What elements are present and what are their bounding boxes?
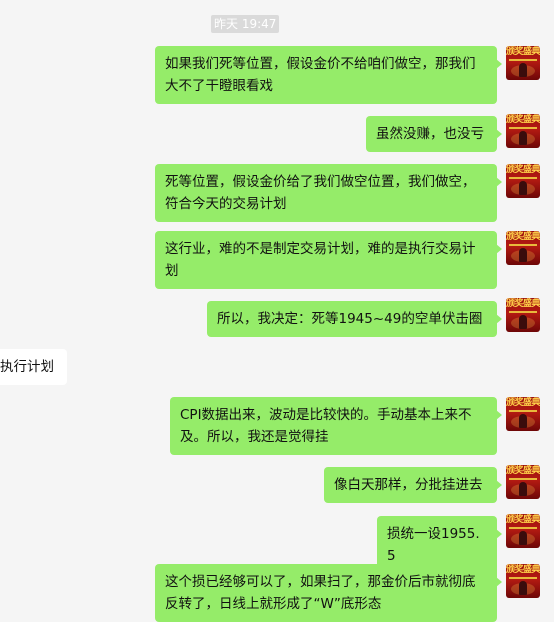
avatar-banner-text: 颁奖盛典 (506, 565, 540, 575)
avatar[interactable]: 颁奖盛典 (506, 114, 540, 148)
avatar-decoration (509, 127, 537, 129)
avatar-decoration (509, 59, 537, 61)
avatar-banner-text: 颁奖盛典 (506, 398, 540, 408)
avatar-figure (519, 414, 527, 428)
avatar[interactable]: 颁奖盛典 (506, 564, 540, 598)
avatar-figure (519, 581, 527, 595)
avatar-decoration (509, 410, 537, 412)
message-bubble[interactable]: 这个损已经够可以了，如果扫了，那金价后市就彻底反转了，日线上就形成了“W”底形态 (155, 564, 502, 622)
avatar-figure (519, 248, 527, 262)
avatar-banner-text: 颁奖盛典 (506, 115, 540, 125)
avatar[interactable]: 颁奖盛典 (506, 298, 540, 332)
message-bubble[interactable]: 所以，我决定：死等1945~49的空单伏击圈 (207, 301, 502, 337)
message-bubble[interactable]: 虽然没赚，也没亏 (366, 116, 502, 152)
avatar-banner-text: 颁奖盛典 (506, 466, 540, 476)
avatar[interactable]: 颁奖盛典 (506, 231, 540, 265)
message-bubble[interactable]: 死等位置，假设金价给了我们做空位置，我们做空，符合今天的交易计划 (155, 164, 502, 222)
avatar[interactable]: 颁奖盛典 (506, 164, 540, 198)
message-bubble[interactable]: CPI数据出来，波动是比较快的。手动基本上来不及。所以，我还是觉得挂 (170, 397, 502, 455)
avatar-decoration (509, 177, 537, 179)
avatar-banner-text: 颁奖盛典 (506, 515, 540, 525)
avatar-banner-text: 颁奖盛典 (506, 165, 540, 175)
avatar[interactable]: 颁奖盛典 (506, 465, 540, 499)
avatar-figure (519, 181, 527, 195)
avatar-decoration (509, 527, 537, 529)
avatar-banner-text: 颁奖盛典 (506, 232, 540, 242)
message-bubble[interactable]: 像白天那样，分批挂进去 (324, 467, 502, 503)
avatar-decoration (509, 577, 537, 579)
message-bubble[interactable]: 如果我们死等位置，假设金价不给咱们做空，那我们大不了干瞪眼看戏 (155, 46, 502, 104)
avatar-decoration (509, 244, 537, 246)
avatar-figure (519, 482, 527, 496)
message-bubble[interactable]: 这行业，难的不是制定交易计划，难的是执行交易计划 (155, 231, 502, 289)
message-bubble-incoming[interactable]: 执行计划 (0, 349, 67, 385)
avatar[interactable]: 颁奖盛典 (506, 514, 540, 548)
chat-timestamp: 昨天 19:47 (211, 15, 280, 33)
avatar-banner-text: 颁奖盛典 (506, 299, 540, 309)
avatar-figure (519, 315, 527, 329)
avatar[interactable]: 颁奖盛典 (506, 397, 540, 431)
avatar-decoration (509, 478, 537, 480)
avatar-banner-text: 颁奖盛典 (506, 47, 540, 57)
avatar-figure (519, 531, 527, 545)
avatar-decoration (509, 311, 537, 313)
avatar[interactable]: 颁奖盛典 (506, 46, 540, 80)
avatar-figure (519, 131, 527, 145)
avatar-figure (519, 63, 527, 77)
